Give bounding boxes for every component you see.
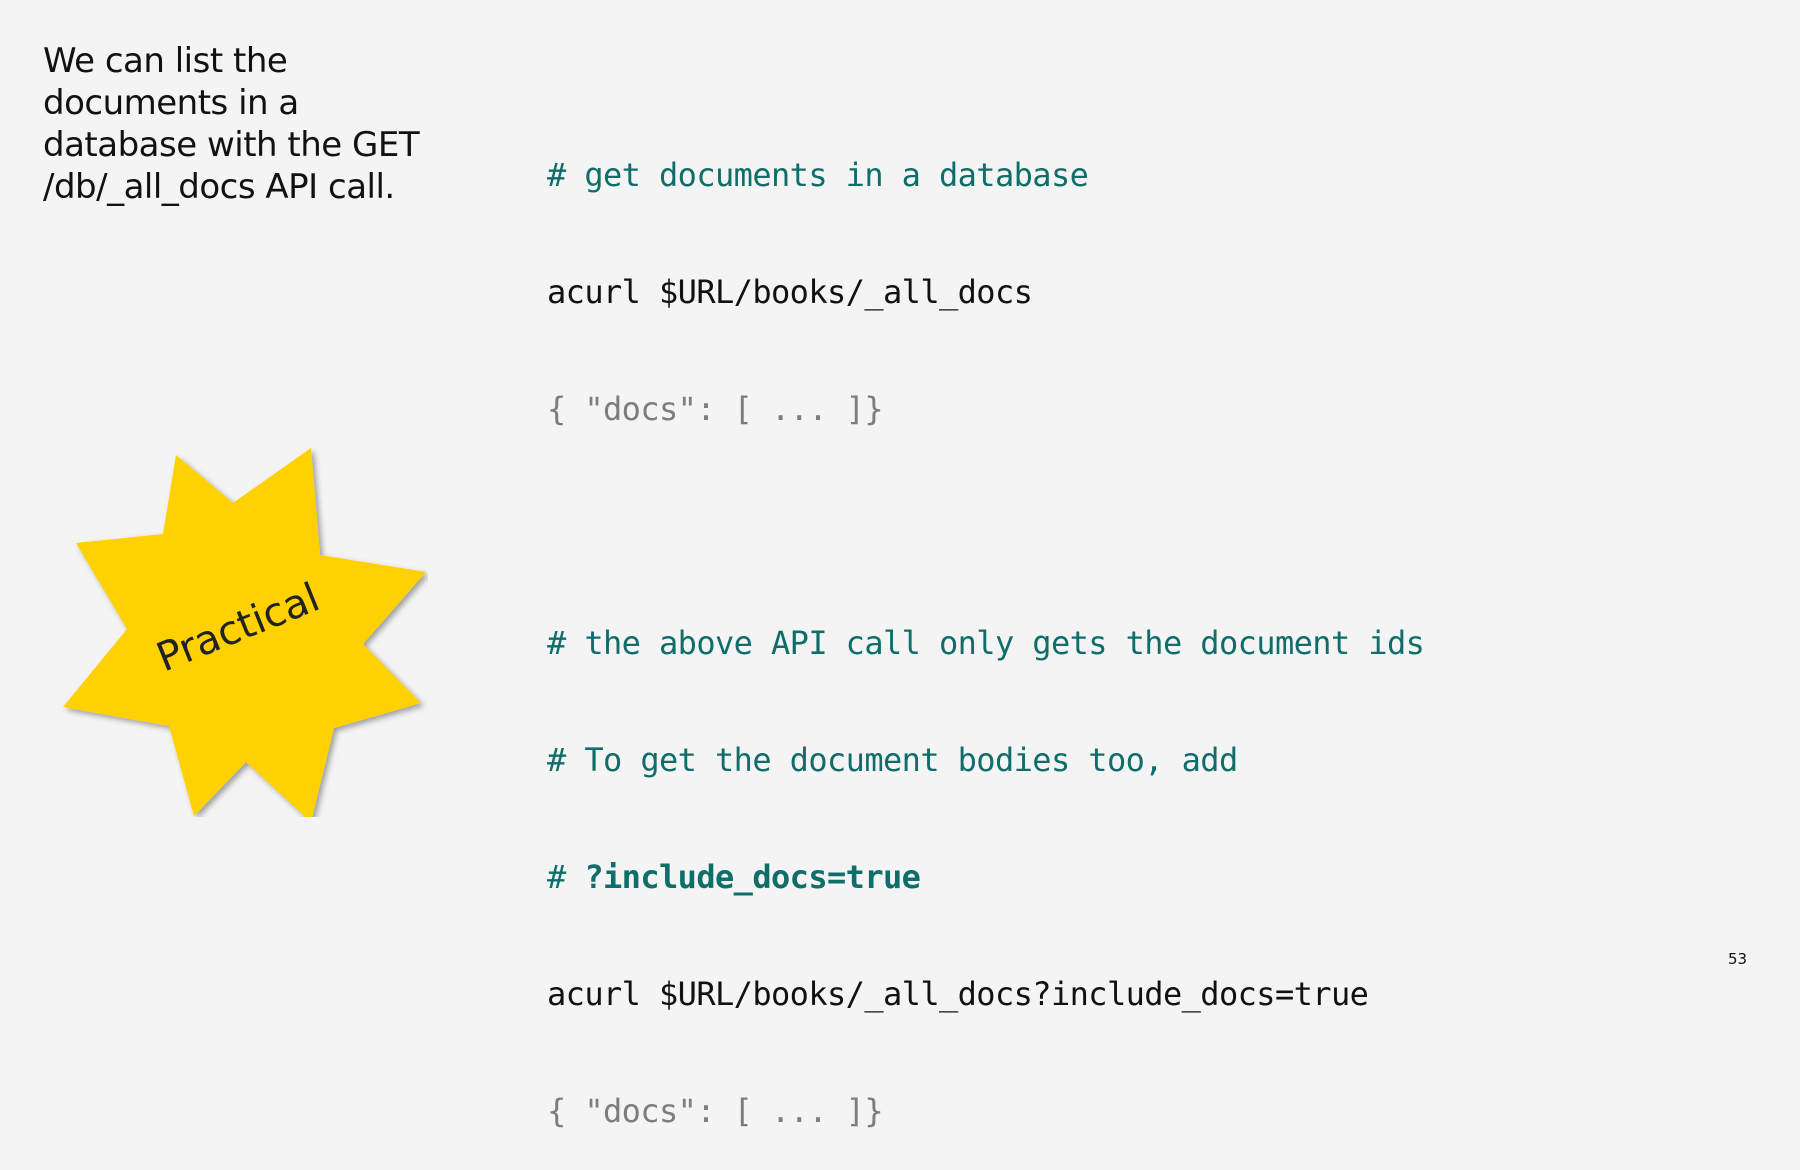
intro-line-1: We can list the [43,41,288,81]
code-command-include-docs: acurl $URL/books/_all_docs?include_docs=… [547,975,1369,1013]
code-block: # get documents in a database acurl $URL… [547,78,1425,1170]
intro-line-3: database with the GET [43,125,420,165]
code-comment-bodies: # To get the document bodies too, add [547,741,1238,779]
code-include-docs-param: ?include_docs=true [584,858,921,896]
code-output-2: { "docs": [ ... ]} [547,1092,884,1130]
intro-line-4: /db/_all_docs API call. [43,167,395,207]
practical-badge: Practical [63,448,426,817]
code-comment-prefix: # [547,858,585,896]
page-number: 53 [1728,950,1748,968]
intro-text: We can list the documents in a database … [43,40,443,208]
code-comment-include-docs: # ?include_docs=true [547,858,1424,897]
code-comment-get-docs: # get documents in a database [547,156,1089,194]
code-command-all-docs: acurl $URL/books/_all_docs [547,273,1033,311]
code-comment-ids-only: # the above API call only gets the docum… [547,624,1425,662]
intro-line-2: documents in a [43,83,299,123]
code-output-1: { "docs": [ ... ]} [547,390,884,428]
